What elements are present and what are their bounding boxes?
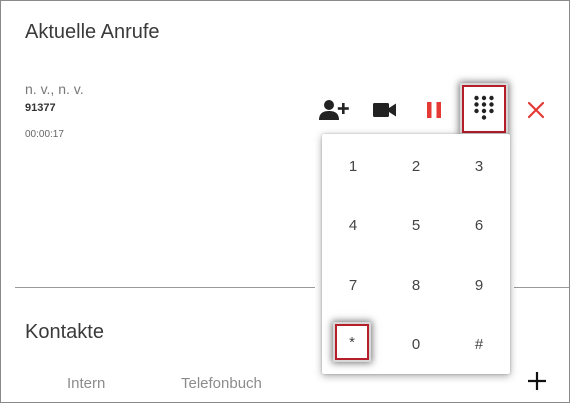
- contacts-title: Kontakte: [25, 321, 104, 343]
- key-0[interactable]: 0: [396, 329, 436, 359]
- dialpad-icon: [474, 95, 494, 120]
- add-user-icon: [319, 100, 349, 120]
- tab-telefonbuch[interactable]: Telefonbuch: [181, 375, 262, 392]
- hang-up-button[interactable]: [519, 93, 553, 127]
- key-9[interactable]: 9: [459, 270, 499, 300]
- add-participant-button[interactable]: [318, 93, 352, 127]
- key-2[interactable]: 2: [396, 151, 436, 181]
- dialpad-button[interactable]: [462, 85, 506, 133]
- key-3[interactable]: 3: [459, 151, 499, 181]
- video-call-button[interactable]: [368, 93, 402, 127]
- close-icon: [527, 101, 545, 119]
- key-star[interactable]: *: [335, 324, 369, 360]
- key-5[interactable]: 5: [396, 210, 436, 240]
- key-8[interactable]: 8: [396, 270, 436, 300]
- key-hash[interactable]: #: [459, 329, 499, 359]
- caller-number: 91377: [25, 102, 56, 114]
- add-contact-button[interactable]: [525, 369, 549, 393]
- plus-icon: [528, 372, 546, 390]
- key-6[interactable]: 6: [459, 210, 499, 240]
- current-calls-title: Aktuelle Anrufe: [25, 21, 160, 43]
- key-1[interactable]: 1: [333, 151, 373, 181]
- key-4[interactable]: 4: [333, 210, 373, 240]
- call-duration: 00:00:17: [25, 129, 64, 140]
- video-camera-icon: [373, 103, 396, 117]
- dialpad-panel: 1 2 3 4 5 6 7 8 9 * 0 #: [322, 134, 510, 374]
- section-divider: [15, 287, 315, 288]
- hold-call-button[interactable]: [417, 93, 451, 127]
- tab-intern[interactable]: Intern: [67, 375, 105, 392]
- pause-icon: [427, 102, 441, 118]
- section-divider-right: [514, 287, 569, 288]
- caller-name: n. v., n. v.: [25, 81, 84, 97]
- key-7[interactable]: 7: [333, 270, 373, 300]
- app-frame: Aktuelle Anrufe n. v., n. v. 91377 00:00…: [0, 0, 570, 403]
